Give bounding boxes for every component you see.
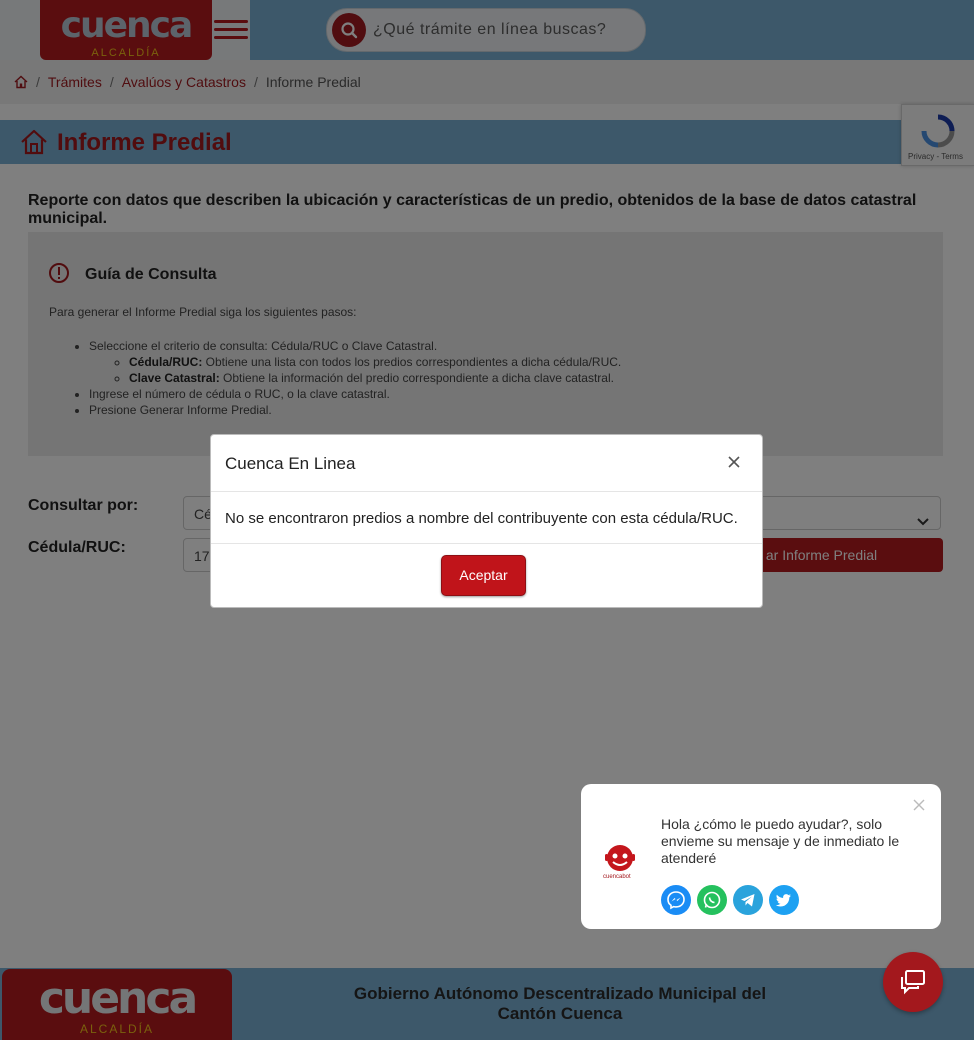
dialog-title: Cuenca En Linea xyxy=(225,454,356,473)
chat-greeting: Hola ¿cómo le puedo ayudar?, solo enviem… xyxy=(661,816,900,866)
whatsapp-icon[interactable] xyxy=(697,885,727,915)
telegram-icon[interactable] xyxy=(733,885,763,915)
close-icon[interactable] xyxy=(725,453,743,471)
accept-button[interactable]: Aceptar xyxy=(441,555,526,596)
chat-widget-card: cuencabot Hola ¿cómo le puedo ayudar?, s… xyxy=(581,784,941,929)
chat-launcher-button[interactable] xyxy=(883,952,943,1012)
messenger-icon[interactable] xyxy=(661,885,691,915)
dialog-divider xyxy=(211,543,762,544)
chatbot-label: cuencabot xyxy=(603,874,631,880)
dialog-divider xyxy=(211,491,762,492)
alert-dialog: Cuenca En Linea No se encontraron predio… xyxy=(210,434,763,608)
dialog-message: No se encontraron predios a nombre del c… xyxy=(225,510,738,527)
close-icon[interactable] xyxy=(913,798,925,811)
chat-bubble-icon xyxy=(899,969,927,1000)
twitter-icon[interactable] xyxy=(769,885,799,915)
